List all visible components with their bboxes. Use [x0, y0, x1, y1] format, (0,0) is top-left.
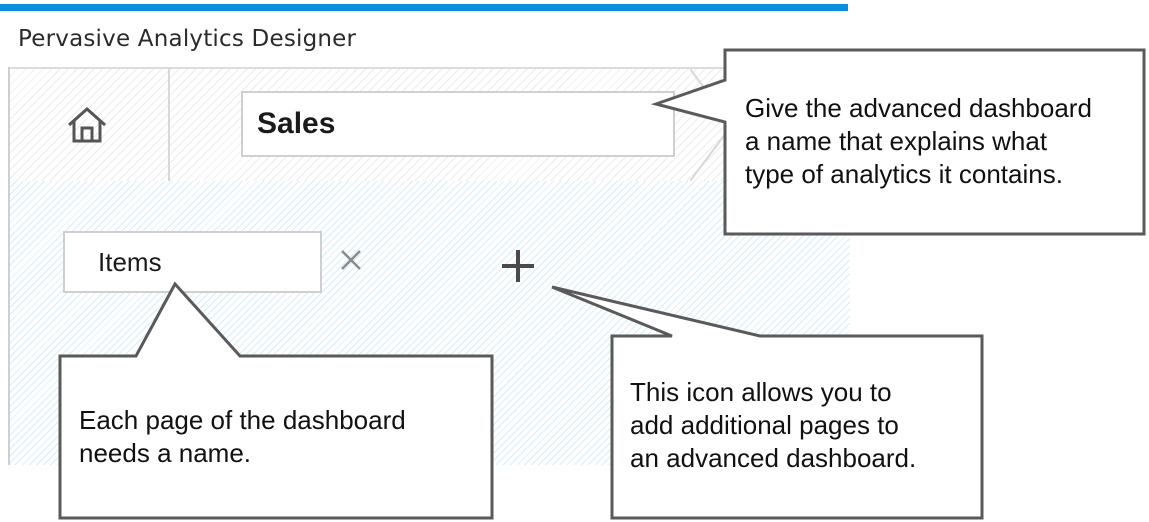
screenshot-stage: Pervasive Analytics Designer Items [0, 0, 1149, 522]
plus-icon[interactable] [500, 248, 536, 284]
close-icon[interactable] [339, 248, 363, 272]
home-button[interactable] [10, 69, 170, 181]
accent-top-bar [0, 4, 848, 11]
callout-dashboard-name-text: Give the advanced dashboard a name that … [745, 93, 1092, 189]
home-icon [68, 106, 106, 143]
dashboard-name-input[interactable] [241, 91, 675, 157]
callout-add-page-text: This icon allows you to add additional p… [630, 377, 917, 473]
page-tab-items[interactable]: Items [63, 231, 322, 293]
callout-page-name-text: Each page of the dashboard needs a name. [79, 405, 406, 468]
app-title: Pervasive Analytics Designer [18, 26, 357, 52]
dashboard-header [10, 67, 850, 183]
chevron-right-icon [690, 69, 734, 181]
